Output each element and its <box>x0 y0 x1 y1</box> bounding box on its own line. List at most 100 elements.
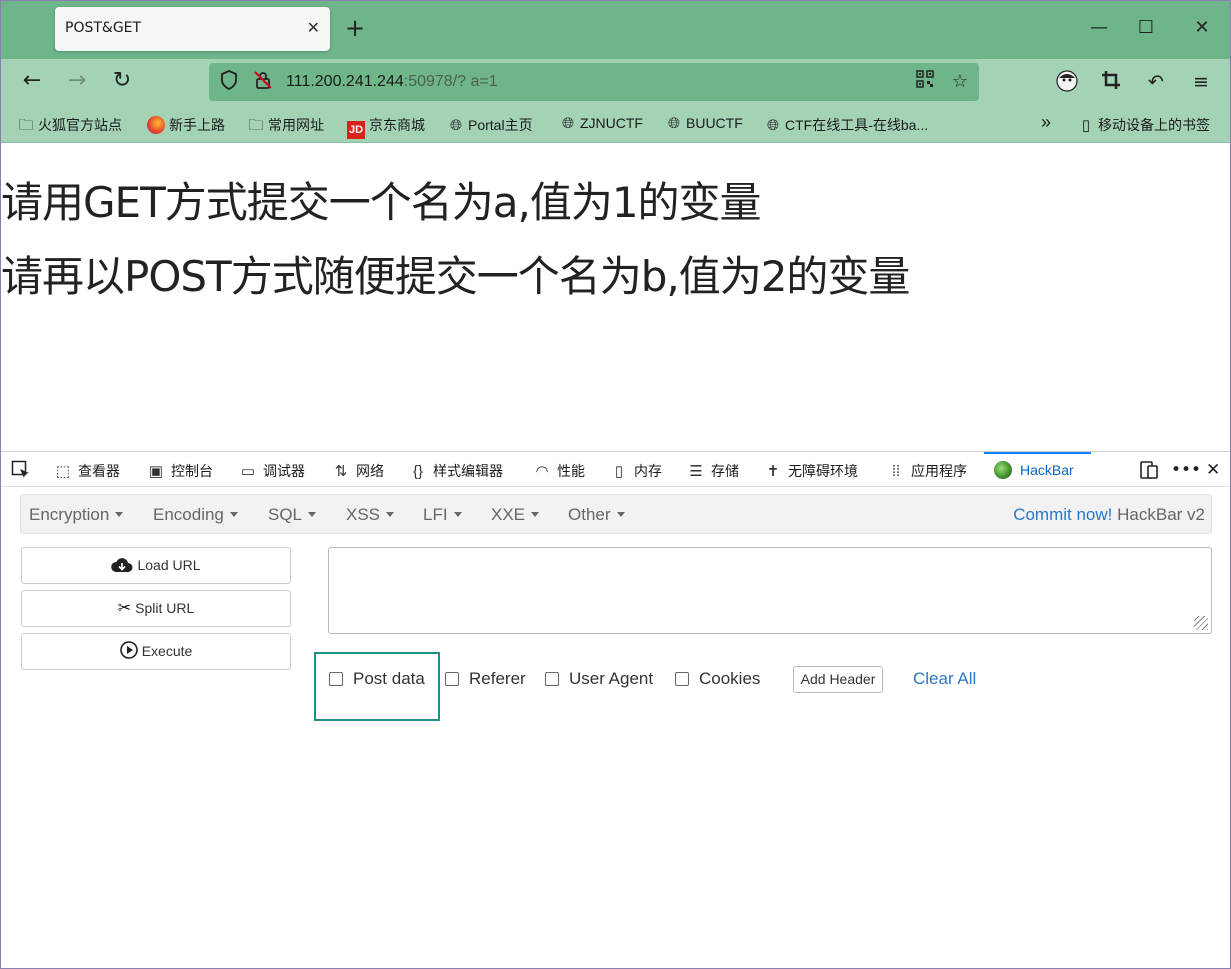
scissors-icon: ✂ <box>117 600 132 617</box>
inspector-icon: ⬚ <box>55 463 71 480</box>
caret-down-icon <box>115 512 124 517</box>
menu-sql[interactable]: SQL <box>268 505 317 525</box>
bookmarks-overflow-icon[interactable]: » <box>1041 112 1051 133</box>
tab-style-editor[interactable]: {} 样式编辑器 <box>409 461 503 481</box>
tab-memory[interactable]: ▯ 内存 <box>610 461 662 481</box>
tab-accessibility[interactable]: ✝ 无障碍环境 <box>764 461 858 481</box>
menu-lfi[interactable]: LFI <box>423 505 462 525</box>
bookmark-item[interactable]: 🗀 常用网址 <box>247 115 324 140</box>
bookmarks-bar: 🗀 火狐官方站点 新手上路 🗀 常用网址 JD 京东商城 🌐︎ Portal主页 🌐︎ Z… <box>1 105 1230 143</box>
firefox-icon <box>147 116 165 134</box>
globe-icon: 🌐︎ <box>561 115 574 132</box>
url-textarea[interactable] <box>328 547 1212 634</box>
debugger-icon: ▭ <box>240 463 256 480</box>
caret-down-icon <box>386 512 395 517</box>
tab-application[interactable]: ⁞⁞ 应用程序 <box>887 461 967 481</box>
hackbar-menu: Encryption Encoding SQL XSS LFI XXE Othe… <box>20 494 1212 534</box>
menu-xss[interactable]: XSS <box>346 505 395 525</box>
tab-performance[interactable]: ◠ 性能 <box>533 461 585 481</box>
tab-debugger[interactable]: ▭ 调试器 <box>239 461 305 481</box>
caret-down-icon <box>308 512 317 517</box>
url-text[interactable]: 111.200.241.244:50978/? a=1 <box>286 73 498 91</box>
checkbox-icon[interactable] <box>675 672 689 686</box>
folder-icon: 🗀 <box>18 117 34 134</box>
caret-down-icon <box>453 512 462 517</box>
profile-avatar-icon[interactable] <box>1055 70 1079 94</box>
hackbar-logo-icon <box>994 461 1012 479</box>
bookmark-item[interactable]: 新手上路 <box>147 115 225 135</box>
bookmark-item-mobile[interactable]: ▯ 移动设备上的书签 <box>1077 115 1210 135</box>
devtools-close-icon[interactable]: ✕ <box>1206 460 1220 480</box>
braces-icon: {} <box>412 463 424 480</box>
bookmark-item[interactable]: 🌐︎ BUUCTF <box>665 115 743 132</box>
globe-icon: 🌐︎ <box>766 117 779 134</box>
tab-inspector[interactable]: ⬚ 查看器 <box>54 461 120 481</box>
active-tab-indicator <box>984 452 1091 454</box>
user-agent-checkbox[interactable]: User Agent <box>545 669 653 689</box>
split-url-button[interactable]: ✂ Split URL <box>21 590 291 627</box>
navigation-bar: ← → ↻ 111.200.241.244:50978/? a=1 ☆ ↶ ≡ <box>1 59 1230 105</box>
menu-other[interactable]: Other <box>568 505 625 525</box>
execute-button[interactable]: Execute <box>21 633 291 670</box>
resize-grip-icon[interactable] <box>1194 616 1208 630</box>
caret-down-icon <box>616 512 625 517</box>
tab-storage[interactable]: ☰ 存储 <box>687 461 739 481</box>
hackbar-version: Commit now! HackBar v2 <box>1013 505 1205 524</box>
storage-icon: ☰ <box>689 463 703 480</box>
insecure-lock-icon[interactable] <box>251 70 275 94</box>
tab-console[interactable]: ▣ 控制台 <box>147 461 213 481</box>
minimize-button[interactable]: — <box>1087 17 1111 38</box>
window-close-button[interactable]: ✕ <box>1190 17 1214 38</box>
referer-checkbox[interactable]: Referer <box>445 669 526 689</box>
folder-icon: 🗀 <box>248 117 264 134</box>
bookmark-item[interactable]: 🌐︎ Portal主页 <box>447 115 533 135</box>
url-bar[interactable]: 111.200.241.244:50978/? a=1 ☆ <box>209 63 979 101</box>
jd-icon: JD <box>347 121 365 139</box>
grid-apps-icon: ⁞⁞ <box>891 463 901 480</box>
checkbox-icon[interactable] <box>329 672 343 686</box>
mobile-device-icon: ▯ <box>1081 117 1091 134</box>
tab-close-icon[interactable]: ✕ <box>307 18 320 37</box>
maximize-button[interactable]: ☐ <box>1134 17 1158 38</box>
forward-button[interactable]: → <box>64 68 90 94</box>
gauge-icon: ◠ <box>535 463 549 480</box>
accessibility-icon: ✝ <box>766 463 780 480</box>
checkbox-icon[interactable] <box>545 672 559 686</box>
bookmark-item[interactable]: 🌐︎ ZJNUCTF <box>559 115 643 132</box>
title-bar: POST&GET ✕ + — ☐ ✕ <box>1 1 1230 59</box>
tab-title: POST&GET <box>65 20 142 36</box>
bookmark-star-icon[interactable]: ☆ <box>948 70 972 94</box>
undo-arrow-icon[interactable]: ↶ <box>1144 70 1168 94</box>
tab-network[interactable]: ⇅ 网络 <box>332 461 384 481</box>
reload-button[interactable]: ↻ <box>109 68 135 94</box>
tab-hackbar[interactable]: HackBar <box>994 461 1074 479</box>
crop-screenshot-icon[interactable] <box>1099 70 1123 94</box>
bookmark-item[interactable]: 🌐︎ CTF在线工具-在线ba... <box>764 115 928 135</box>
post-data-checkbox[interactable]: Post data <box>329 669 425 689</box>
checkbox-icon[interactable] <box>445 672 459 686</box>
cookies-checkbox[interactable]: Cookies <box>675 669 760 689</box>
play-circle-icon <box>119 634 138 669</box>
menu-encoding[interactable]: Encoding <box>153 505 238 525</box>
back-button[interactable]: ← <box>19 68 45 94</box>
menu-xxe[interactable]: XXE <box>491 505 540 525</box>
load-url-button[interactable]: Load URL <box>21 547 291 584</box>
bookmark-item[interactable]: 🗀 火狐官方站点 <box>17 115 122 140</box>
commit-now-link[interactable]: Commit now! <box>1013 505 1112 524</box>
tracking-shield-icon[interactable] <box>217 70 241 94</box>
qr-code-icon[interactable] <box>913 70 937 94</box>
globe-icon: 🌐︎ <box>667 115 680 132</box>
caret-down-icon <box>531 512 540 517</box>
more-options-icon[interactable]: ••• <box>1171 460 1201 480</box>
browser-tab[interactable]: POST&GET ✕ <box>55 7 330 51</box>
add-header-button[interactable]: Add Header <box>793 666 883 693</box>
new-tab-button[interactable]: + <box>345 14 365 42</box>
dock-toggle-icon[interactable] <box>1139 460 1159 485</box>
network-icon: ⇅ <box>334 463 348 480</box>
menu-encryption[interactable]: Encryption <box>29 505 124 525</box>
bookmark-item[interactable]: JD 京东商城 <box>347 115 425 139</box>
element-picker-icon[interactable] <box>11 460 31 485</box>
clear-all-link[interactable]: Clear All <box>913 669 976 689</box>
page-instruction-post: 请再以POST方式随便提交一个名为b,值为2的变量 <box>1 252 910 301</box>
menu-hamburger-icon[interactable]: ≡ <box>1189 70 1213 94</box>
